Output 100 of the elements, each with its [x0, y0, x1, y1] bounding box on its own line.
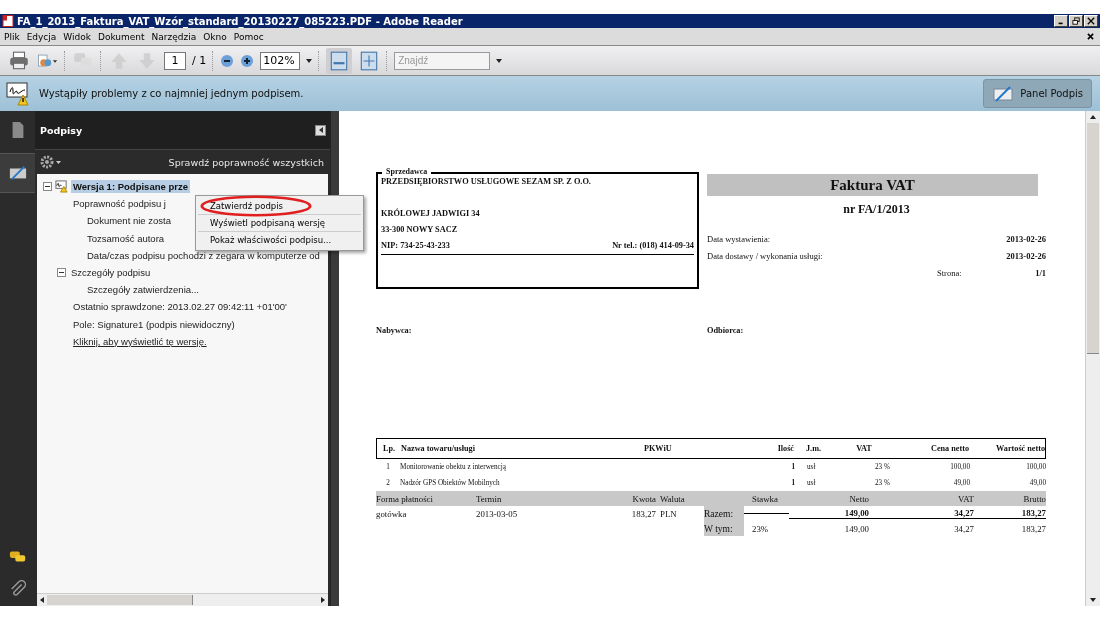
menu-item[interactable]: Edycja: [26, 31, 57, 42]
pdf-file-icon: [2, 15, 14, 27]
table-cell-text: 23%: [751, 523, 770, 534]
gear-icon[interactable]: [40, 155, 62, 169]
tree-item[interactable]: Wersja 1: Podpisane prze: [71, 180, 190, 194]
tree-item[interactable]: Tozsamość autora: [85, 231, 167, 245]
search-field[interactable]: Znajdź: [394, 51, 491, 70]
panel-title: Podpisy: [40, 124, 83, 136]
warning-message: Wystąpiły problemy z co najmniej jednym podpisem.: [39, 88, 304, 99]
table-cell-text: 2013-03-05: [476, 508, 519, 519]
menu-item[interactable]: Pokaż właściwości podpisu...: [198, 232, 361, 248]
restore-button[interactable]: [1069, 15, 1083, 27]
validate-all-link[interactable]: Sprawdź poprawność wszystkich: [168, 156, 324, 168]
column-header: Waluta: [659, 493, 686, 504]
collapse-toggle[interactable]: [57, 268, 66, 278]
caret-icon: [318, 127, 323, 133]
date-label: Data wystawienia:: [707, 233, 771, 246]
column-header: PKWiU: [644, 444, 673, 453]
date-label: Strona:: [937, 267, 962, 280]
table-cell-text: 34,27: [953, 523, 974, 534]
column-header: Lp.: [381, 444, 397, 453]
recipient-label: Odbiorca:: [707, 326, 744, 335]
tree-item[interactable]: Dokument nie zosta: [85, 214, 173, 228]
table-cell-text: 183,27: [1020, 523, 1046, 534]
column-header: J.m.: [805, 444, 822, 453]
menu-item[interactable]: Narzędzia: [151, 31, 197, 42]
table-cell: 149,00: [789, 508, 869, 519]
restore-icon: [1071, 16, 1081, 26]
page-count: / 1: [192, 54, 207, 67]
signature-pen-icon[interactable]: [8, 164, 27, 182]
menu-item[interactable]: Wyświetl podpisaną wersję: [198, 215, 361, 232]
seller-nip: NIP: 734-25-43-233: [381, 240, 450, 252]
minimize-button[interactable]: [1054, 15, 1068, 27]
column-header: Nazwa towaru/usługi: [401, 444, 476, 453]
table-cell-text: PLN: [659, 508, 678, 519]
column-header: VAT: [855, 444, 873, 453]
tree-item[interactable]: Szczegóły zatwierdzenia...: [85, 283, 201, 297]
seller-street: KRÓLOWEJ JADWIGI 34: [381, 207, 481, 220]
row-label: W tym:: [704, 521, 744, 536]
signature-warning-icon: [55, 180, 68, 194]
seller-phone: Nr tel.: (018) 414-09-34: [612, 240, 694, 252]
table-cell: 34,27: [869, 508, 974, 519]
fit-width-icon[interactable]: [326, 47, 353, 74]
vertical-scrollbar[interactable]: [1085, 111, 1100, 606]
paperclip-icon[interactable]: [8, 580, 27, 598]
table-cell-text: gotówka: [376, 508, 408, 519]
seller-name: PRZEDSIĘBIORSTWO USŁUGOWE SEZAM SP. Z O.O.: [381, 176, 592, 188]
zoom-in-icon[interactable]: [240, 53, 255, 68]
caret-icon[interactable]: [496, 58, 503, 63]
column-header: Wartość netto: [995, 444, 1045, 453]
column-header: Cena netto: [930, 444, 969, 453]
date-value: 2013-02-26: [1006, 250, 1046, 263]
tree-item[interactable]: Pole: Signature1 (podpis niewidoczny): [71, 317, 237, 331]
menu-item[interactable]: Plik: [4, 31, 20, 42]
version-link[interactable]: Kliknij, aby wyświetlić tę wersję.: [71, 334, 209, 348]
menu-item[interactable]: Okno: [203, 31, 227, 42]
date-value: 2013-02-26: [1006, 233, 1046, 246]
page-number-field[interactable]: 1: [164, 51, 186, 70]
close-button[interactable]: [1084, 15, 1098, 27]
close-icon: [1087, 17, 1095, 25]
column-header: Netto: [848, 493, 869, 504]
tree-item[interactable]: Szczegóły podpisu: [69, 266, 153, 280]
signature-pen-icon: [992, 85, 1015, 102]
window-title: FA_1_2013_Faktura_VAT_Wzór_standard_20130227_085223.PDF - Adobe Reader: [17, 15, 463, 27]
row-label: Razem:: [704, 506, 744, 521]
invoice-number: nr FA/1/2013: [842, 202, 911, 217]
buyer-label: Nabywca:: [376, 326, 413, 335]
close-icon[interactable]: [1087, 33, 1094, 40]
zoom-out-icon[interactable]: [220, 53, 235, 68]
date-label: Data dostawy / wykonania usługi:: [707, 250, 823, 263]
column-header: Stawka: [751, 493, 779, 504]
collapse-toggle[interactable]: [43, 182, 52, 192]
table-cell-text: 183,27: [630, 508, 656, 519]
signature-panel-button[interactable]: Panel Podpis: [983, 79, 1092, 108]
menu-item[interactable]: Pomoc: [233, 31, 264, 42]
tree-item[interactable]: Poprawność podpisu j: [71, 197, 168, 211]
table-cell: 183,27: [974, 508, 1046, 519]
menu-item[interactable]: Dokument: [98, 31, 145, 42]
tree-item[interactable]: Data/czas podpisu pochodzi z zegara w komputerze od: [85, 248, 322, 262]
horizontal-scrollbar[interactable]: [37, 593, 328, 606]
seller-label: Sprzedawca: [382, 167, 432, 176]
seller-city: 33-300 NOWY SACZ: [381, 224, 459, 236]
collapse-button[interactable]: [315, 124, 326, 136]
menu-item[interactable]: Widok: [63, 31, 91, 42]
column-header: VAT: [957, 493, 974, 504]
panel-splitter[interactable]: [330, 111, 339, 606]
column-header: Kwota: [631, 493, 656, 504]
menu-item[interactable]: Zatwierdź podpis: [198, 198, 361, 215]
column-header: Forma płatności: [376, 493, 434, 504]
invoice-title: Faktura VAT: [707, 174, 1038, 196]
column-header: Termin: [476, 493, 503, 504]
column-header: Brutto: [1022, 493, 1046, 504]
column-header: Ilość: [776, 444, 794, 453]
zoom-field[interactable]: 102%: [260, 51, 301, 70]
date-value: 1/1: [1035, 267, 1046, 280]
tree-item[interactable]: Ostatnio sprawdzone: 2013.02.27 09:42:11 +01'00': [71, 300, 289, 314]
printer-icon[interactable]: [8, 49, 30, 72]
signature-warning-icon: [6, 81, 30, 106]
table-cell-text: 149,00: [843, 523, 869, 534]
caret-icon[interactable]: [306, 58, 313, 63]
